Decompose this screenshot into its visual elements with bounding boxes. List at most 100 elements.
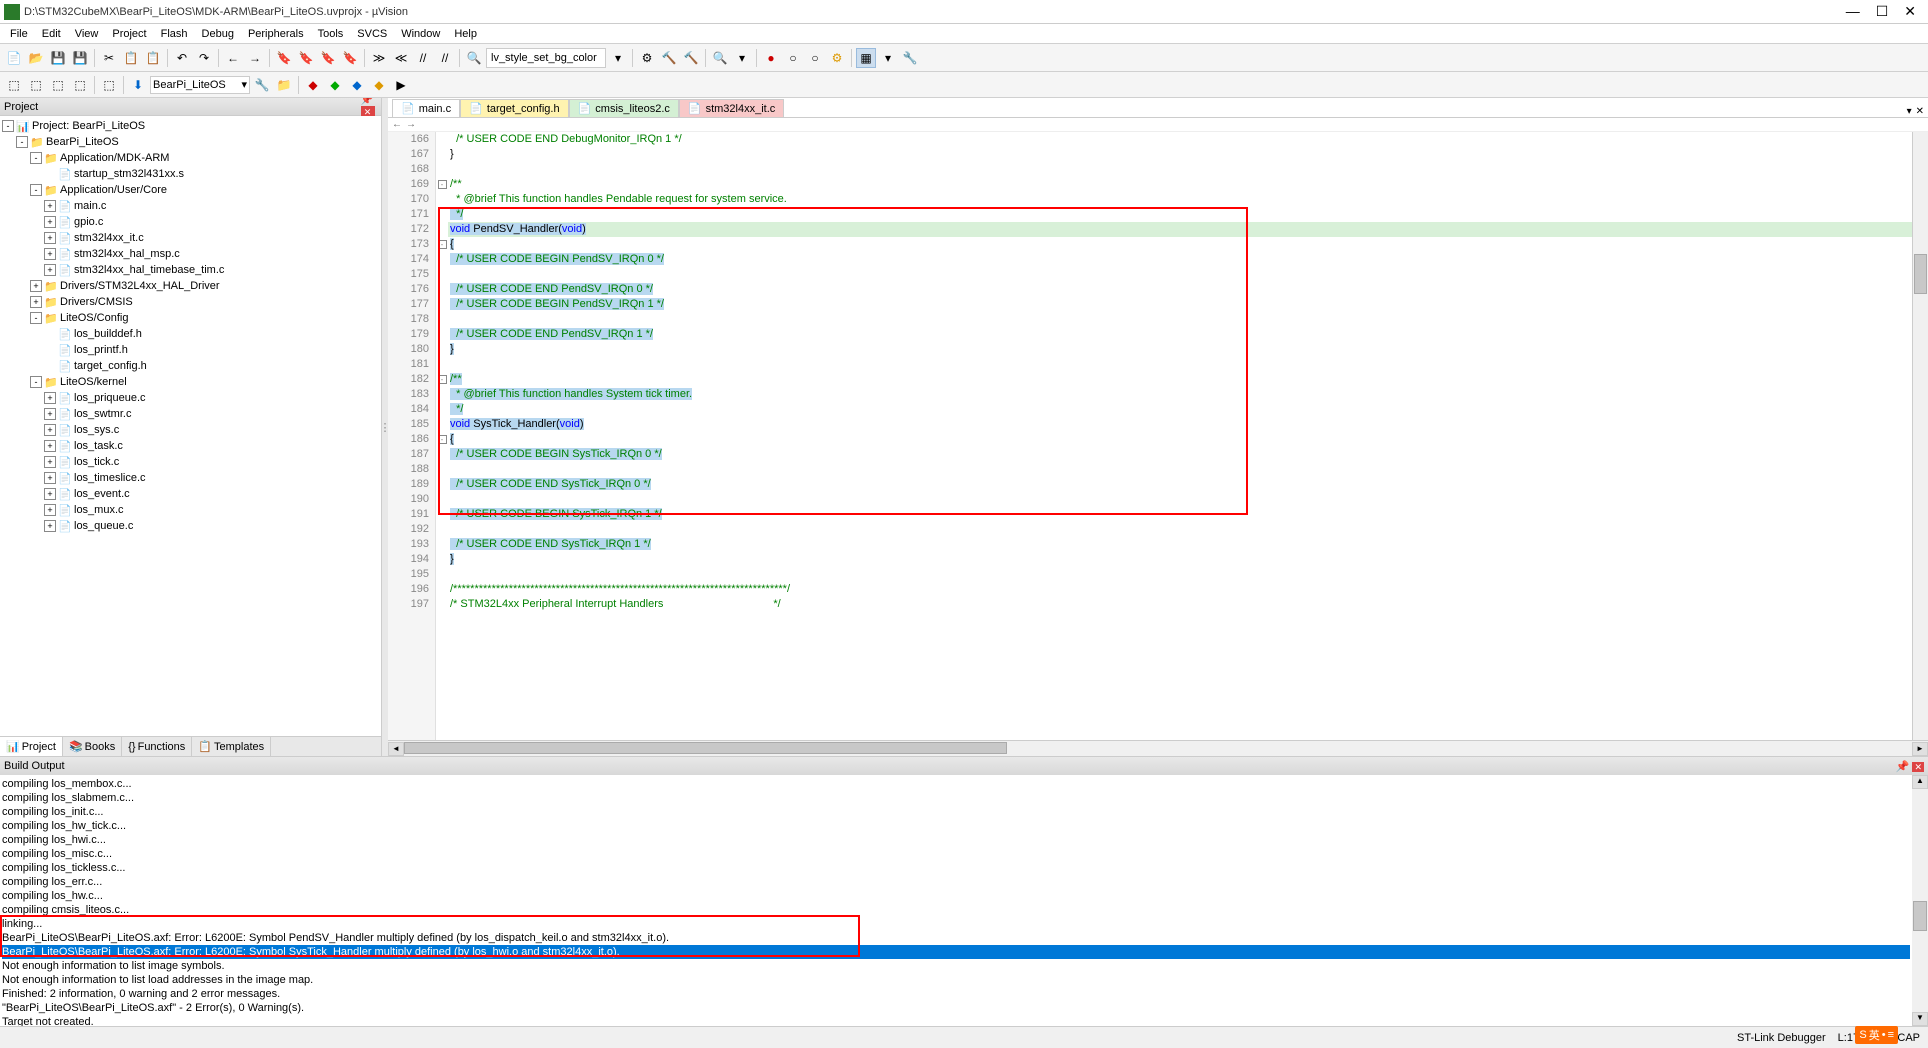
tree-toggle-icon[interactable]: + bbox=[30, 280, 42, 292]
menu-peripherals[interactable]: Peripherals bbox=[242, 26, 310, 42]
tree-item[interactable]: 📄los_printf.h bbox=[2, 342, 379, 358]
project-root[interactable]: - 📊 Project: BearPi_LiteOS bbox=[2, 118, 379, 134]
tree-toggle-icon[interactable]: + bbox=[44, 392, 56, 404]
output-line[interactable]: compiling los_membox.c... bbox=[2, 777, 1910, 791]
tree-toggle-icon[interactable]: + bbox=[30, 296, 42, 308]
tree-toggle-icon[interactable]: + bbox=[44, 408, 56, 420]
zoom-dropdown-icon[interactable]: ▾ bbox=[732, 48, 752, 68]
editor-hscrollbar[interactable]: ◄ ► bbox=[388, 740, 1928, 756]
output-line[interactable]: Finished: 2 information, 0 warning and 2… bbox=[2, 987, 1910, 1001]
maximize-button[interactable]: ☐ bbox=[1876, 3, 1889, 20]
tree-toggle-icon[interactable]: + bbox=[44, 248, 56, 260]
tree-toggle-icon[interactable]: - bbox=[30, 152, 42, 164]
editor-tab[interactable]: 📄stm32l4xx_it.c bbox=[679, 99, 784, 117]
output-vscrollbar[interactable]: ▲ ▼ bbox=[1912, 775, 1928, 1026]
cut-icon[interactable]: ✂ bbox=[99, 48, 119, 68]
tree-toggle-icon[interactable]: + bbox=[44, 456, 56, 468]
editor-tab[interactable]: 📄target_config.h bbox=[460, 99, 568, 117]
vscroll-thumb[interactable] bbox=[1914, 254, 1927, 294]
editor-close-icon[interactable]: ✕ bbox=[1916, 106, 1924, 117]
output-line[interactable]: compiling los_hw_tick.c... bbox=[2, 819, 1910, 833]
search-dropdown-icon[interactable]: ▾ bbox=[608, 48, 628, 68]
save-icon[interactable]: 💾 bbox=[48, 48, 68, 68]
tree-item[interactable]: +📄main.c bbox=[2, 198, 379, 214]
menu-svcs[interactable]: SVCS bbox=[351, 26, 393, 42]
options-icon[interactable]: 🔧 bbox=[252, 75, 272, 95]
output-line[interactable]: "BearPi_LiteOS\BearPi_LiteOS.axf" - 2 Er… bbox=[2, 1001, 1910, 1015]
tree-item[interactable]: +📄los_task.c bbox=[2, 438, 379, 454]
output-line[interactable]: Not enough information to list image sym… bbox=[2, 959, 1910, 973]
menu-debug[interactable]: Debug bbox=[196, 26, 240, 42]
tree-toggle-icon[interactable]: - bbox=[16, 136, 28, 148]
editor-vscrollbar[interactable] bbox=[1912, 132, 1928, 740]
tree-toggle-icon[interactable]: + bbox=[44, 424, 56, 436]
tree-item[interactable]: -📁LiteOS/Config bbox=[2, 310, 379, 326]
tree-toggle-icon[interactable]: + bbox=[44, 520, 56, 532]
tree-toggle-icon[interactable]: + bbox=[44, 232, 56, 244]
tree-item[interactable]: -📁BearPi_LiteOS bbox=[2, 134, 379, 150]
zoom-icon[interactable]: 🔍 bbox=[710, 48, 730, 68]
fold-column[interactable]: ---- bbox=[436, 132, 448, 740]
tree-toggle-icon[interactable]: + bbox=[44, 216, 56, 228]
minimize-button[interactable]: — bbox=[1846, 3, 1860, 20]
panel-tab-functions[interactable]: {}Functions bbox=[122, 737, 192, 756]
paste-icon[interactable]: 📋 bbox=[143, 48, 163, 68]
stop-build-icon[interactable]: ⬚ bbox=[99, 75, 119, 95]
outdent-icon[interactable]: ≪ bbox=[391, 48, 411, 68]
target-select[interactable]: BearPi_LiteOS ▾ bbox=[150, 76, 250, 94]
close-button[interactable]: ✕ bbox=[1904, 3, 1916, 20]
tree-item[interactable]: +📄los_queue.c bbox=[2, 518, 379, 534]
tree-item[interactable]: +📄los_swtmr.c bbox=[2, 406, 379, 422]
indent-icon[interactable]: ≫ bbox=[369, 48, 389, 68]
scroll-down-icon[interactable]: ▼ bbox=[1912, 1012, 1928, 1026]
translate-icon[interactable]: ⬚ bbox=[4, 75, 24, 95]
bookmark-next-icon[interactable]: 🔖 bbox=[318, 48, 338, 68]
tree-toggle-icon[interactable]: - bbox=[2, 120, 14, 132]
menu-file[interactable]: File bbox=[4, 26, 34, 42]
output-line[interactable]: compiling los_misc.c... bbox=[2, 847, 1910, 861]
output-line[interactable]: Target not created. bbox=[2, 1015, 1910, 1026]
tree-toggle-icon[interactable]: + bbox=[44, 264, 56, 276]
menu-help[interactable]: Help bbox=[448, 26, 483, 42]
bookmark-prev-icon[interactable]: 🔖 bbox=[296, 48, 316, 68]
tree-item[interactable]: -📁Application/MDK-ARM bbox=[2, 150, 379, 166]
tree-item[interactable]: 📄los_builddef.h bbox=[2, 326, 379, 342]
debug-step-icon[interactable]: ○ bbox=[805, 48, 825, 68]
tree-item[interactable]: +📄los_tick.c bbox=[2, 454, 379, 470]
nav-fwd-mini-icon[interactable]: → bbox=[406, 119, 416, 130]
debug-start-icon[interactable]: ◆ bbox=[369, 75, 389, 95]
output-line[interactable]: compiling los_init.c... bbox=[2, 805, 1910, 819]
hscroll-thumb[interactable] bbox=[404, 742, 1007, 754]
tree-item[interactable]: +📄stm32l4xx_hal_msp.c bbox=[2, 246, 379, 262]
editor-tab[interactable]: 📄main.c bbox=[392, 99, 460, 117]
editor-tab[interactable]: 📄cmsis_liteos2.c bbox=[569, 99, 679, 117]
editor-dropdown-icon[interactable]: ▾ bbox=[1907, 106, 1912, 117]
build-output-text[interactable]: compiling los_membox.c...compiling los_s… bbox=[0, 775, 1912, 1026]
tools-icon[interactable]: 🔧 bbox=[900, 48, 920, 68]
tree-item[interactable]: +📄gpio.c bbox=[2, 214, 379, 230]
nav-back-mini-icon[interactable]: ← bbox=[392, 119, 402, 130]
output-line[interactable]: compiling los_err.c... bbox=[2, 875, 1910, 889]
menu-flash[interactable]: Flash bbox=[155, 26, 194, 42]
scroll-right-icon[interactable]: ► bbox=[1912, 742, 1928, 756]
nav-back-icon[interactable]: ← bbox=[223, 48, 243, 68]
panel-tab-books[interactable]: 📚Books bbox=[63, 737, 122, 756]
debug-settings-icon[interactable]: ⚙ bbox=[827, 48, 847, 68]
output-close-icon[interactable]: ✕ bbox=[1912, 762, 1924, 772]
tree-toggle-icon[interactable]: - bbox=[30, 312, 42, 324]
rebuild-icon[interactable]: 🔨 bbox=[681, 48, 701, 68]
panel-tab-project[interactable]: 📊Project bbox=[0, 737, 63, 756]
tree-item[interactable]: +📁Drivers/STM32L4xx_HAL_Driver bbox=[2, 278, 379, 294]
nav-fwd-icon[interactable]: → bbox=[245, 48, 265, 68]
redo-icon[interactable]: ↷ bbox=[194, 48, 214, 68]
tree-item[interactable]: -📁LiteOS/kernel bbox=[2, 374, 379, 390]
menu-window[interactable]: Window bbox=[395, 26, 446, 42]
rebuild-all-icon[interactable]: ⬚ bbox=[48, 75, 68, 95]
new-icon[interactable]: 📄 bbox=[4, 48, 24, 68]
manage-icon[interactable]: 📁 bbox=[274, 75, 294, 95]
tree-toggle-icon[interactable]: - bbox=[30, 376, 42, 388]
output-line[interactable]: Not enough information to list load addr… bbox=[2, 973, 1910, 987]
tree-item[interactable]: +📄los_event.c bbox=[2, 486, 379, 502]
output-line[interactable]: linking... bbox=[2, 917, 1910, 931]
bookmark-clear-icon[interactable]: 🔖 bbox=[340, 48, 360, 68]
